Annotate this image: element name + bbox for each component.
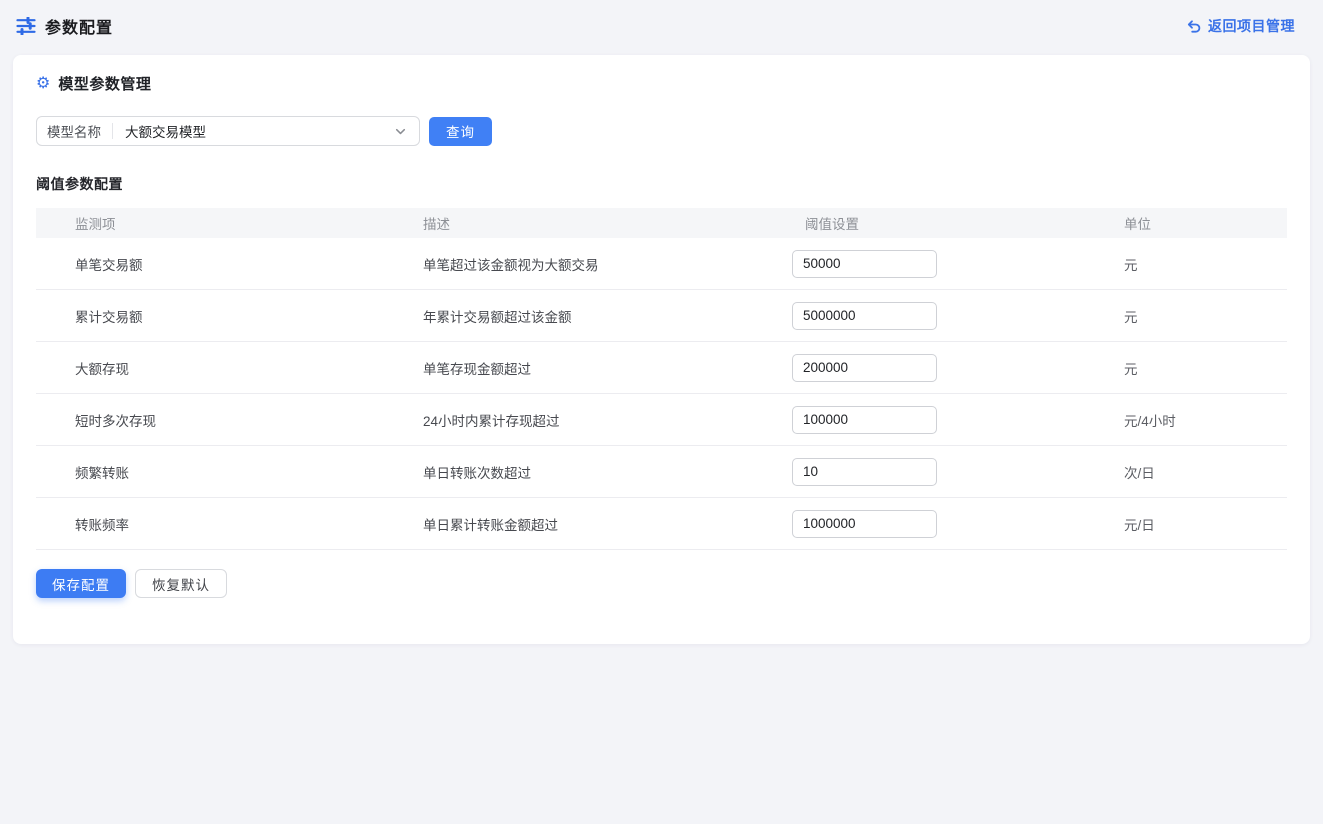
- unit-cell: 次/日: [1085, 462, 1287, 482]
- sliders-icon: [16, 17, 36, 35]
- gear-icon: ⚙: [36, 76, 50, 92]
- back-link-label: 返回项目管理: [1208, 16, 1295, 36]
- monitor-item-cell: 短时多次存现: [36, 410, 384, 430]
- unit-cell: 元/日: [1085, 514, 1287, 534]
- monitor-item-cell: 累计交易额: [36, 306, 384, 326]
- topbar: 参数配置 返回项目管理: [0, 0, 1323, 52]
- column-header-monitor-item: 监测项: [36, 213, 384, 233]
- unit-cell: 元: [1085, 306, 1287, 326]
- chevron-down-icon: [394, 125, 407, 138]
- table-row: 转账频率 单日累计转账金额超过 元/日: [36, 498, 1287, 550]
- threshold-input[interactable]: [792, 354, 937, 382]
- description-cell: 单日累计转账金额超过: [384, 514, 766, 534]
- monitor-item-cell: 单笔交易额: [36, 254, 384, 274]
- column-header-unit: 单位: [1085, 213, 1287, 233]
- table-header-row: 监测项 描述 阈值设置 单位: [36, 208, 1287, 238]
- threshold-input[interactable]: [792, 406, 937, 434]
- threshold-cell: [766, 302, 1085, 330]
- model-name-select[interactable]: 模型名称 大额交易模型: [36, 116, 420, 146]
- query-button[interactable]: 查询: [429, 117, 492, 146]
- threshold-section-title: 阈值参数配置: [36, 174, 1287, 194]
- column-header-description: 描述: [384, 213, 766, 233]
- description-cell: 单笔超过该金额视为大额交易: [384, 254, 766, 274]
- threshold-input[interactable]: [792, 458, 937, 486]
- model-select-value: 大额交易模型: [113, 121, 394, 141]
- description-cell: 年累计交易额超过该金额: [384, 306, 766, 326]
- threshold-cell: [766, 406, 1085, 434]
- page-title: 参数配置: [45, 14, 113, 38]
- description-cell: 24小时内累计存现超过: [384, 410, 766, 430]
- monitor-item-cell: 频繁转账: [36, 462, 384, 482]
- description-cell: 单日转账次数超过: [384, 462, 766, 482]
- monitor-item-cell: 大额存现: [36, 358, 384, 378]
- threshold-cell: [766, 510, 1085, 538]
- unit-cell: 元: [1085, 254, 1287, 274]
- threshold-cell: [766, 458, 1085, 486]
- table-row: 大额存现 单笔存现金额超过 元: [36, 342, 1287, 394]
- threshold-cell: [766, 354, 1085, 382]
- undo-icon: [1186, 18, 1202, 34]
- unit-cell: 元/4小时: [1085, 410, 1287, 430]
- model-select-label: 模型名称: [47, 121, 112, 141]
- table-row: 单笔交易额 单笔超过该金额视为大额交易 元: [36, 238, 1287, 290]
- table-row: 频繁转账 单日转账次数超过 次/日: [36, 446, 1287, 498]
- monitor-item-cell: 转账频率: [36, 514, 384, 534]
- threshold-input[interactable]: [792, 250, 937, 278]
- table-body: 单笔交易额 单笔超过该金额视为大额交易 元 累计交易额 年累计交易额超过该金额 …: [36, 238, 1287, 550]
- threshold-cell: [766, 250, 1085, 278]
- back-to-project-link[interactable]: 返回项目管理: [1186, 16, 1295, 36]
- threshold-table: 监测项 描述 阈值设置 单位 单笔交易额 单笔超过该金额视为大额交易 元 累计交…: [36, 208, 1287, 550]
- panel-title: 模型参数管理: [58, 73, 151, 94]
- restore-default-button[interactable]: 恢复默认: [135, 569, 227, 598]
- threshold-input[interactable]: [792, 302, 937, 330]
- table-row: 短时多次存现 24小时内累计存现超过 元/4小时: [36, 394, 1287, 446]
- description-cell: 单笔存现金额超过: [384, 358, 766, 378]
- model-parameter-card: ⚙ 模型参数管理 模型名称 大额交易模型 查询 阈值参数配置 监测项 描述 阈值…: [13, 55, 1310, 644]
- save-config-button[interactable]: 保存配置: [36, 569, 126, 598]
- unit-cell: 元: [1085, 358, 1287, 378]
- threshold-input[interactable]: [792, 510, 937, 538]
- table-row: 累计交易额 年累计交易额超过该金额 元: [36, 290, 1287, 342]
- column-header-threshold: 阈值设置: [766, 213, 1085, 233]
